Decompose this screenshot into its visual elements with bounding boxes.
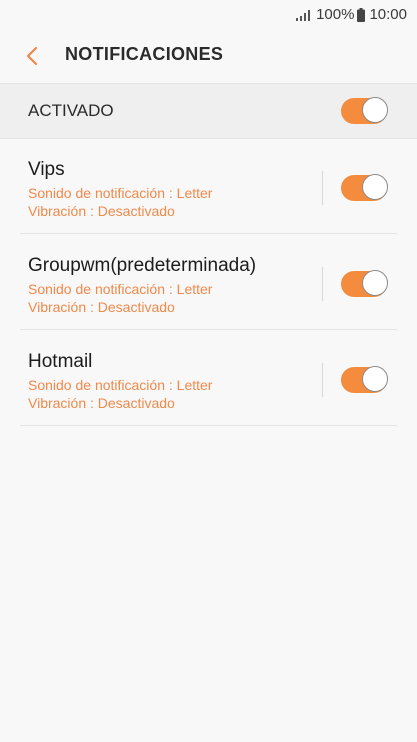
vibration-text: Vibración : Desactivado xyxy=(28,203,175,219)
status-indicators: 100% 10:00 xyxy=(296,6,407,23)
vibration-text: Vibración : Desactivado xyxy=(28,395,175,411)
row-divider xyxy=(20,425,397,426)
app-toggle-switch[interactable] xyxy=(341,366,388,393)
app-name: Hotmail xyxy=(28,351,93,372)
signal-icon xyxy=(296,9,311,21)
toggle-knob xyxy=(362,97,388,123)
app-row-groupwm[interactable]: Groupwm(predeterminada) Sonido de notifi… xyxy=(0,235,417,330)
notification-sound-text: Sonido de notificación : Letter xyxy=(28,281,213,297)
vertical-divider xyxy=(322,363,323,397)
app-header: NOTIFICACIONES xyxy=(0,30,417,84)
vibration-text: Vibración : Desactivado xyxy=(28,299,175,315)
row-divider xyxy=(20,233,397,234)
clock: 10:00 xyxy=(369,6,407,23)
app-toggle-switch[interactable] xyxy=(341,174,388,201)
battery-percentage: 100% xyxy=(316,6,355,23)
app-name: Groupwm(predeterminada) xyxy=(28,255,257,276)
toggle-knob xyxy=(362,174,388,200)
notification-sound-text: Sonido de notificación : Letter xyxy=(28,377,213,393)
vertical-divider xyxy=(322,171,323,205)
app-name: Vips xyxy=(28,159,65,180)
battery-icon xyxy=(357,7,366,22)
app-row-hotmail[interactable]: Hotmail Sonido de notificación : Letter … xyxy=(0,331,417,426)
back-button[interactable] xyxy=(18,42,46,70)
status-bar: 100% 10:00 xyxy=(0,0,417,30)
app-toggle-switch[interactable] xyxy=(341,270,388,297)
row-divider xyxy=(20,329,397,330)
master-toggle-label: ACTIVADO xyxy=(28,101,114,120)
vertical-divider xyxy=(322,267,323,301)
toggle-knob xyxy=(362,270,388,296)
master-toggle-row[interactable]: ACTIVADO xyxy=(0,84,417,139)
chevron-left-icon xyxy=(26,46,38,66)
app-row-vips[interactable]: Vips Sonido de notificación : Letter Vib… xyxy=(0,139,417,234)
toggle-knob xyxy=(362,366,388,392)
page-title: NOTIFICACIONES xyxy=(65,44,224,64)
master-toggle-switch[interactable] xyxy=(341,97,388,124)
notification-sound-text: Sonido de notificación : Letter xyxy=(28,185,213,201)
